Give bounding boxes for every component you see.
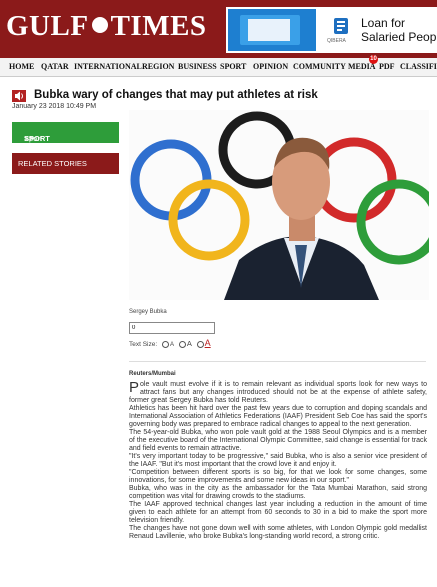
ad-line-2: Salaried People (361, 30, 437, 44)
ad-text: Loan for Salaried People (361, 16, 437, 44)
ad-line-1: Loan for (361, 16, 406, 30)
drop-cap: P (129, 379, 140, 396)
nav-item-sport[interactable]: SPORT (220, 62, 246, 71)
article-paragraph: "Competition between different sports is… (129, 469, 427, 484)
text-size-control: Text Size: A A A (129, 338, 211, 348)
photo-caption: Sergey Bubka (129, 309, 167, 315)
article-paragraph: The changes have not gone down well with… (129, 525, 427, 540)
article-paragraph: Pole vault must evolve if it is to remai… (129, 379, 427, 404)
text-size-large-radio[interactable] (196, 340, 204, 348)
section-sport-link[interactable]: SPORT >> Sport (12, 122, 119, 143)
nav-item-home[interactable]: HOME (9, 62, 34, 71)
nav-item-international[interactable]: INTERNATIONAL (74, 62, 142, 71)
article-date: January 23 2018 10:49 PM (12, 103, 97, 110)
text-size-small-radio[interactable] (162, 340, 169, 348)
sport-sub-label: Sport (24, 134, 42, 143)
site-logo[interactable]: GULF TIMES (6, 10, 207, 43)
globe-icon (91, 17, 108, 34)
article-paragraph: Bubka, who was in the city as the ambass… (129, 485, 427, 500)
nav-item-business[interactable]: BUSINESS (178, 62, 217, 71)
article-photo (129, 110, 429, 300)
site-header: GULF TIMES QIBERA Loan for Salaried Peopl… (0, 0, 437, 58)
article-paragraph: The IAAF approved technical changes last… (129, 501, 427, 524)
nav-item-pdf[interactable]: PDF (379, 62, 395, 71)
nav-item-community[interactable]: COMMUNITY (293, 62, 346, 71)
nav-item-opinion[interactable]: OPINION (253, 62, 288, 71)
article-paragraph: Athletics has been hit hard over the pas… (129, 405, 427, 428)
logo-text-left: GULF (6, 10, 89, 42)
article-divider (129, 361, 426, 362)
text-size-small-option[interactable]: A (170, 342, 174, 348)
article-paragraph: "It's very important today to be progres… (129, 453, 427, 468)
ad-brand-text: QIBERA (327, 38, 346, 44)
text-size-large-option[interactable]: A (205, 338, 211, 348)
olympic-rings-photo (129, 110, 429, 300)
nav-item-region[interactable]: REGION (142, 62, 174, 71)
speaker-icon[interactable] (12, 90, 26, 102)
article-body: Pole vault must evolve if it is to remai… (129, 379, 427, 541)
text-size-medium-radio[interactable] (178, 340, 186, 348)
text-size-label: Text Size: (129, 341, 158, 348)
main-navigation: HOME QATAR INTERNATIONAL REGION BUSINESS… (0, 55, 437, 77)
media-notification-badge: 10 (369, 55, 378, 64)
article-source: Reuters/Mumbai (129, 371, 176, 377)
nav-item-qatar[interactable]: QATAR (41, 62, 69, 71)
related-stories-label: RELATED STORIES (18, 159, 87, 168)
logo-text-right: TIMES (110, 10, 207, 42)
bank-logo-icon (334, 18, 348, 34)
advertisement-banner[interactable]: QIBERA Loan for Salaried People (226, 7, 437, 53)
ad-image (228, 9, 316, 51)
article-headline: Bubka wary of changes that may put athle… (34, 89, 318, 101)
page-number-input[interactable] (129, 322, 215, 334)
related-stories-header[interactable]: RELATED STORIES (12, 153, 119, 174)
text-size-medium-option[interactable]: A (187, 339, 192, 348)
article-paragraph: The 54-year-old Bubka, who won pole vaul… (129, 429, 427, 452)
nav-item-classified[interactable]: CLASSIFIED (400, 62, 437, 71)
